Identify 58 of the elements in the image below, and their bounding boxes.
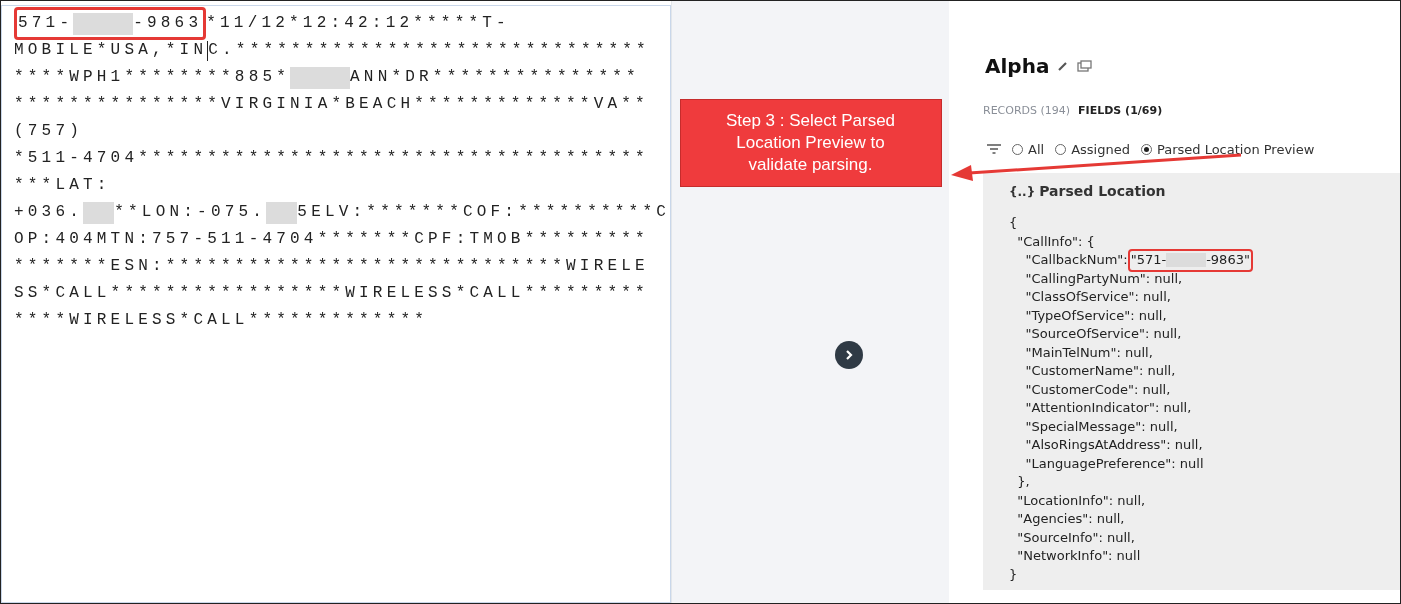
raw-text: C.****************************** bbox=[208, 40, 650, 61]
code-text: "SpecialMessage": null, bbox=[1024, 417, 1178, 436]
code-text: "TypeOfService": null, bbox=[1024, 306, 1167, 325]
code-text: "AttentionIndicator": null, bbox=[1024, 399, 1192, 417]
edit-icon[interactable] bbox=[1057, 60, 1070, 72]
code-text: } bbox=[1009, 565, 1018, 584]
copy-icon[interactable] bbox=[1077, 60, 1093, 72]
code-text: "CustomerName": null, bbox=[1024, 362, 1176, 380]
next-button[interactable] bbox=[835, 341, 863, 369]
raw-text: ****WIRELESS*CALL************* bbox=[14, 310, 429, 331]
code-text: "SourceInfo": null, bbox=[1016, 528, 1135, 547]
filter-icon[interactable] bbox=[987, 144, 1001, 155]
page-title: Alpha bbox=[985, 53, 1050, 80]
raw-text: *******ESN:*****************************WIRELE bbox=[14, 256, 649, 277]
radio-label[interactable]: All bbox=[1028, 139, 1045, 159]
code-text: "MainTelNum": null, bbox=[1024, 343, 1153, 362]
radio-label[interactable]: Assigned bbox=[1071, 139, 1130, 159]
raw-text: OP:404MTN:757-511-4704*******CPF:TMOB********* bbox=[14, 229, 649, 250]
code-text: }, bbox=[1016, 473, 1030, 491]
code-text: "AlsoRingsAtAddress": null, bbox=[1024, 436, 1203, 454]
code-text: "NetworkInfo": null bbox=[1016, 547, 1141, 565]
code-text: "CallInfo": { bbox=[1016, 232, 1095, 251]
tab[interactable]: FIELDS (1/69) bbox=[1078, 103, 1163, 120]
raw-text: ****WPH1********885* bbox=[14, 67, 291, 88]
code-text: "LanguagePreference": null bbox=[1024, 454, 1204, 473]
code-text: -9863" bbox=[1206, 251, 1250, 269]
raw-text: 5ELV:*******COF:**********C bbox=[297, 202, 670, 223]
redaction-block bbox=[266, 201, 298, 224]
raw-text: SS*CALL*****************WIRELESS*CALL********* bbox=[14, 283, 649, 304]
code-text: "CustomerCode": null, bbox=[1024, 380, 1171, 399]
code-text: "CallingPartyNum": null, bbox=[1024, 269, 1183, 288]
code-text: "SourceOfService": null, bbox=[1024, 325, 1182, 343]
code-text: "CallbackNum": bbox=[1024, 251, 1128, 269]
raw-text: MOBILE*USA,*IN bbox=[14, 40, 208, 61]
text-cursor bbox=[207, 40, 209, 61]
code-text: "571- bbox=[1130, 251, 1167, 269]
chevron-right-icon bbox=[843, 349, 855, 361]
raw-text: *511-4704************************************* bbox=[14, 148, 649, 169]
code-text: "LocationInfo": null, bbox=[1016, 491, 1146, 510]
redaction-block bbox=[290, 66, 351, 89]
raw-text: 571- bbox=[18, 13, 74, 34]
code-text: "ClassOfService": null, bbox=[1024, 288, 1171, 306]
callout-box: Step 3 : Select Parsed Location Preview to validate parsing. bbox=[679, 99, 942, 187]
redaction-block bbox=[83, 201, 115, 224]
section-title: Parsed Location bbox=[1039, 182, 1166, 201]
redaction-block bbox=[73, 12, 134, 35]
code-text: { bbox=[1009, 214, 1018, 232]
braces-icon: {..} bbox=[1009, 182, 1036, 201]
raw-text: **LON:-075. bbox=[114, 202, 267, 223]
code-text: "Agencies": null, bbox=[1016, 510, 1125, 528]
raw-text: (757) bbox=[14, 121, 83, 142]
raw-text: *11/12*12:42:12*****T- bbox=[206, 13, 510, 34]
raw-text: ANN*DR*************** bbox=[350, 67, 640, 88]
raw-text: ***LAT: bbox=[14, 175, 111, 196]
raw-text: +036. bbox=[14, 202, 83, 223]
raw-text: -9863 bbox=[133, 13, 203, 34]
raw-text: ***************VIRGINIA*BEACH*************VA** bbox=[14, 94, 649, 115]
radio-label[interactable]: Parsed Location Preview bbox=[1156, 139, 1315, 159]
